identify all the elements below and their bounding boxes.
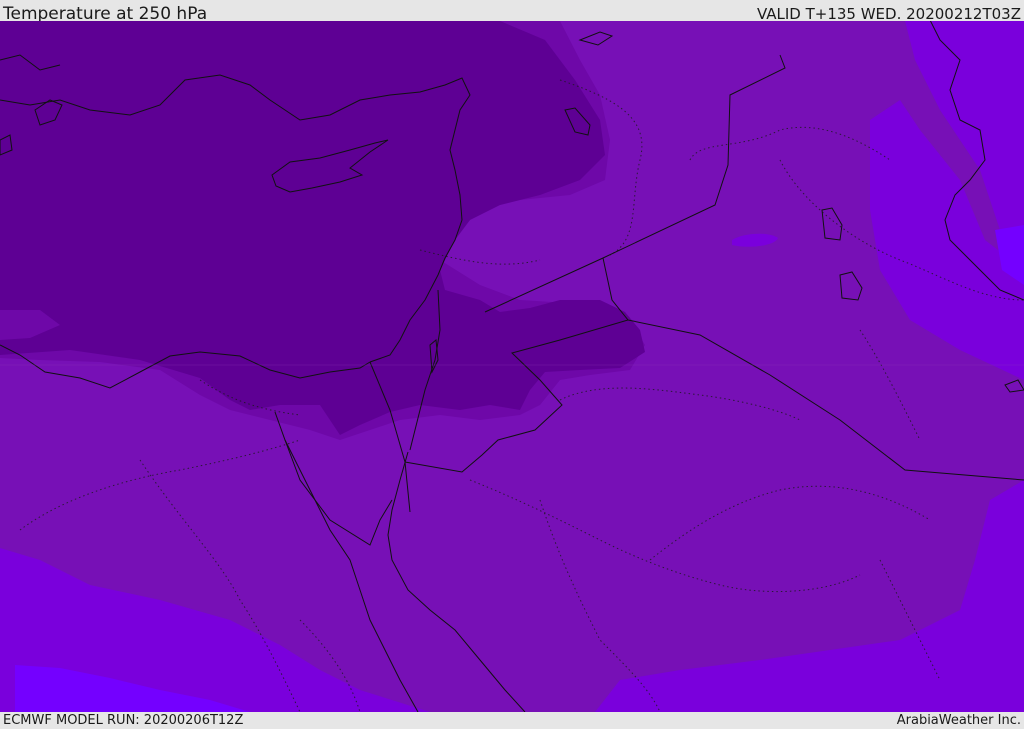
model-run-label: ECMWF MODEL RUN: 20200206T12Z [3, 713, 244, 728]
temperature-map[interactable] [0, 21, 1024, 712]
footer-bar: ECMWF MODEL RUN: 20200206T12Z ArabiaWeat… [0, 712, 1024, 729]
credit-label: ArabiaWeather Inc. [896, 713, 1021, 728]
title-bar: Temperature at 250 hPa VALID T+135 WED. … [0, 0, 1024, 24]
